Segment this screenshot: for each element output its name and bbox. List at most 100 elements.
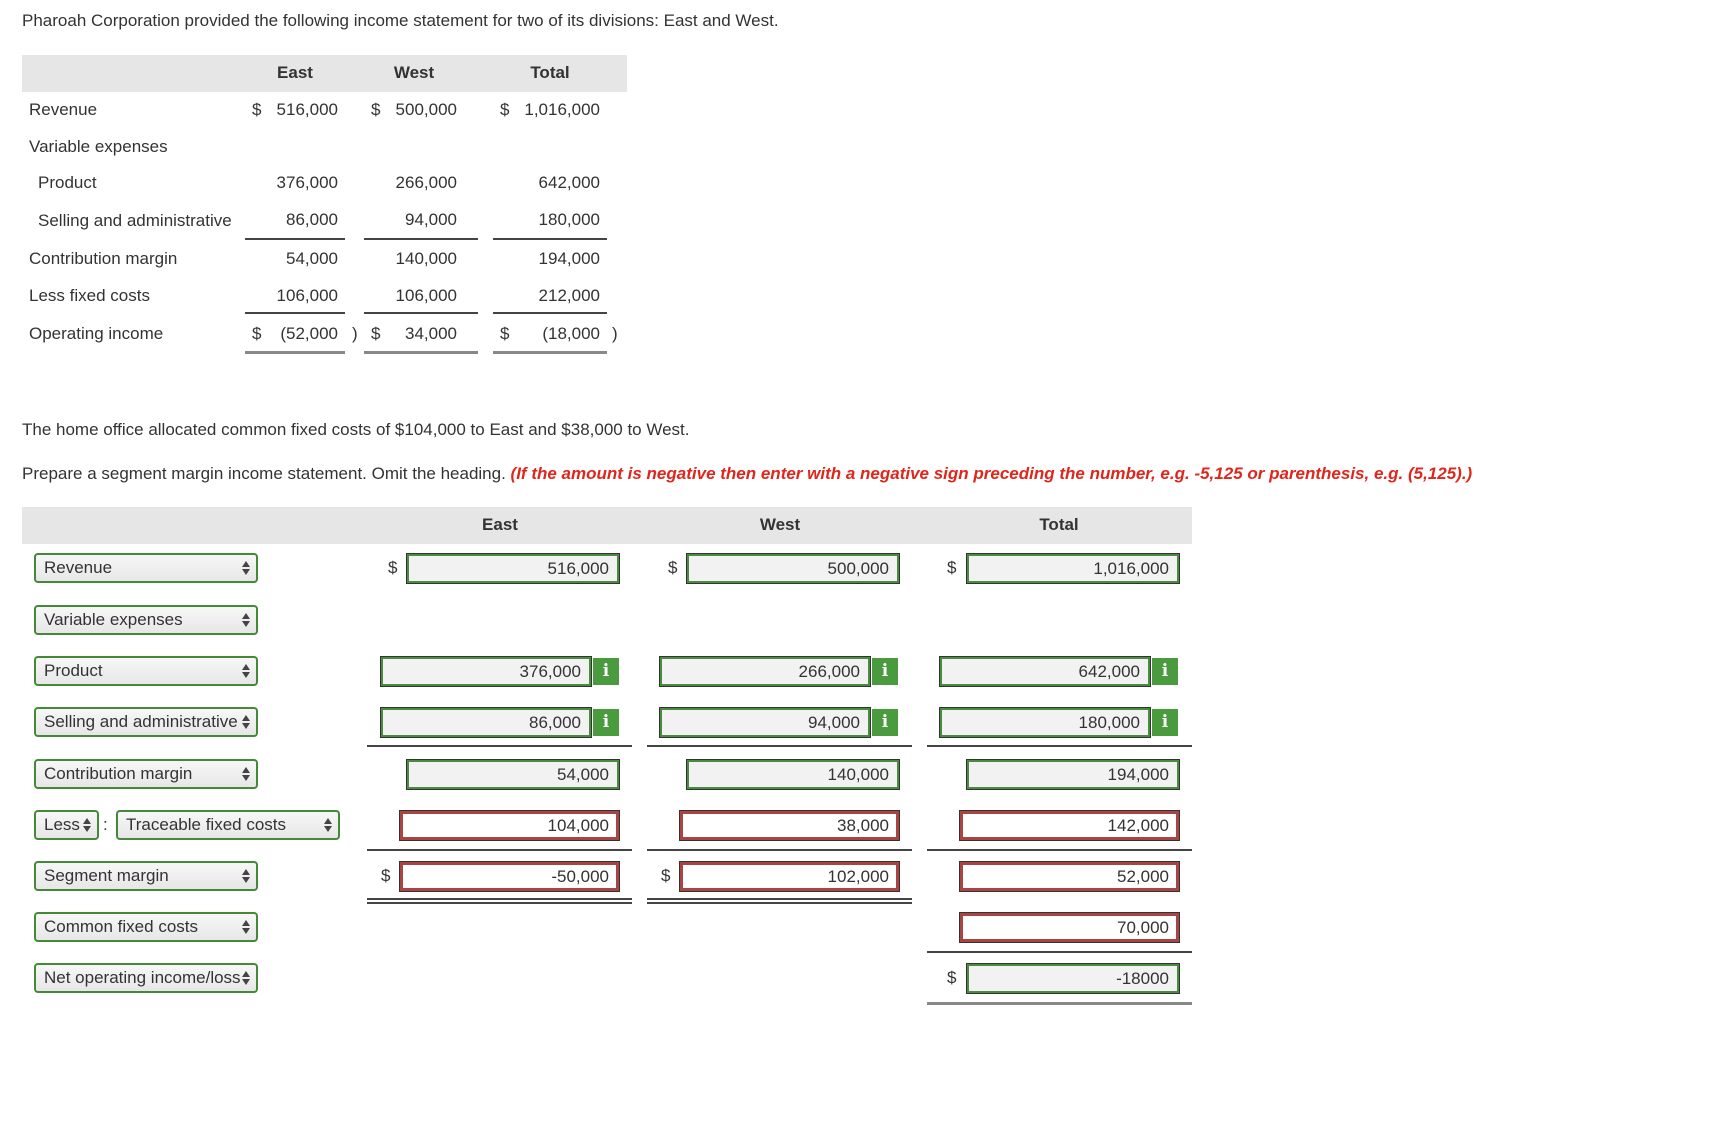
dollar-sign: $ [947,968,957,987]
input-revenue-total[interactable]: 1,016,000 [966,553,1180,584]
select-arrows-icon [242,765,250,783]
given-label-contribution-margin: Contribution margin [29,249,178,268]
dollar-sign: $ [388,558,398,577]
underline [927,745,1192,747]
input-product-west[interactable]: 266,000 [659,656,871,687]
underline [364,238,478,240]
input-cm-west[interactable]: 140,000 [686,759,900,790]
paren: ) [612,324,618,343]
select-value: Less [44,815,80,834]
underline [493,312,607,314]
given-revenue-west: 500,000 [395,100,457,119]
select-arrows-icon [242,611,250,629]
double-underline [364,351,478,354]
info-icon[interactable]: i [593,658,619,685]
info-icon[interactable]: i [1152,709,1178,736]
given-fixed-total: 212,000 [538,286,600,305]
given-label-revenue: Revenue [29,100,98,119]
underline [647,745,912,747]
dollar-sign: $ [500,100,510,119]
underline [364,312,478,314]
input-traceable-total[interactable]: 142,000 [959,810,1180,841]
double-underline [927,1002,1192,1005]
select-value: Product [44,661,103,680]
given-oi-east: (52,000 [280,324,338,343]
input-product-total[interactable]: 642,000 [939,656,1151,687]
info-icon[interactable]: i [872,658,898,685]
given-selling-east: 86,000 [286,210,338,229]
input-selling-east[interactable]: 86,000 [380,707,592,738]
select-arrows-icon [242,662,250,680]
dollar-sign: $ [252,324,262,343]
row-prefix-select-less[interactable]: Less [34,810,99,840]
double-underline [647,898,912,904]
input-product-east[interactable]: 376,000 [380,656,592,687]
input-traceable-east[interactable]: 104,000 [399,810,620,841]
select-value: Revenue [44,558,113,577]
given-label-fixed-costs: Less fixed costs [29,286,150,305]
underline [927,849,1192,851]
given-label-selling: Selling and administrative [38,211,232,230]
given-label-product: Product [38,173,97,192]
select-arrows-icon [242,918,250,936]
given-cm-west: 140,000 [395,249,457,268]
select-value: Selling and administrative [44,712,238,731]
given-revenue-east: 516,000 [276,100,338,119]
row-label-select-segment-margin[interactable]: Segment margin [34,861,258,891]
instruction-text: Prepare a segment margin income statemen… [22,464,1472,484]
select-value: Common fixed costs [44,917,198,936]
input-cm-total[interactable]: 194,000 [966,759,1180,790]
given-selling-west: 94,000 [405,210,457,229]
select-arrows-icon [242,713,250,731]
input-revenue-east[interactable]: 516,000 [406,553,620,584]
row-label-select-traceable-fixed-costs[interactable]: Traceable fixed costs [116,810,340,840]
input-cm-east[interactable]: 54,000 [406,759,620,790]
input-selling-total[interactable]: 180,000 [939,707,1151,738]
dollar-sign: $ [947,558,957,577]
input-revenue-west[interactable]: 500,000 [686,553,900,584]
row-label-select-net-operating-income[interactable]: Net operating income/loss [34,963,258,993]
select-arrows-icon [242,867,250,885]
instruction-main: Prepare a segment margin income statemen… [22,464,506,483]
input-segment-west[interactable]: 102,000 [679,861,900,892]
info-icon[interactable]: i [593,709,619,736]
select-value: Variable expenses [44,610,183,629]
input-segment-total[interactable]: 52,000 [959,861,1180,892]
select-value: Net operating income/loss [44,968,241,987]
given-cm-east: 54,000 [286,249,338,268]
input-traceable-west[interactable]: 38,000 [679,810,900,841]
separator-colon: : [103,815,108,834]
row-label-select-common-fixed-costs[interactable]: Common fixed costs [34,912,258,942]
select-arrows-icon [83,816,91,834]
double-underline [493,351,607,354]
input-segment-east[interactable]: -50,000 [399,861,620,892]
underline [245,312,345,314]
given-fixed-west: 106,000 [395,286,457,305]
info-icon[interactable]: i [872,709,898,736]
select-arrows-icon [242,559,250,577]
row-label-select-selling[interactable]: Selling and administrative [34,707,258,737]
underline [367,745,632,747]
underline [367,849,632,851]
given-label-variable-expenses: Variable expenses [29,137,168,156]
double-underline [245,351,345,354]
row-label-select-revenue[interactable]: Revenue [34,553,258,583]
given-fixed-east: 106,000 [276,286,338,305]
underline [493,238,607,240]
answer-header-total: Total [1039,515,1079,534]
underline [647,849,912,851]
select-value: Segment margin [44,866,169,885]
select-arrows-icon [242,969,250,987]
row-label-select-variable-expenses[interactable]: Variable expenses [34,605,258,635]
input-net-total[interactable]: -18000 [966,963,1180,994]
given-header-east: East [277,63,313,82]
input-common-total[interactable]: 70,000 [959,912,1180,943]
row-label-select-product[interactable]: Product [34,656,258,686]
info-icon[interactable]: i [1152,658,1178,685]
given-revenue-total: 1,016,000 [524,100,600,119]
row-label-select-contribution-margin[interactable]: Contribution margin [34,759,258,789]
select-arrows-icon [324,816,332,834]
input-selling-west[interactable]: 94,000 [659,707,871,738]
dollar-sign: $ [500,324,510,343]
underline [245,238,345,240]
